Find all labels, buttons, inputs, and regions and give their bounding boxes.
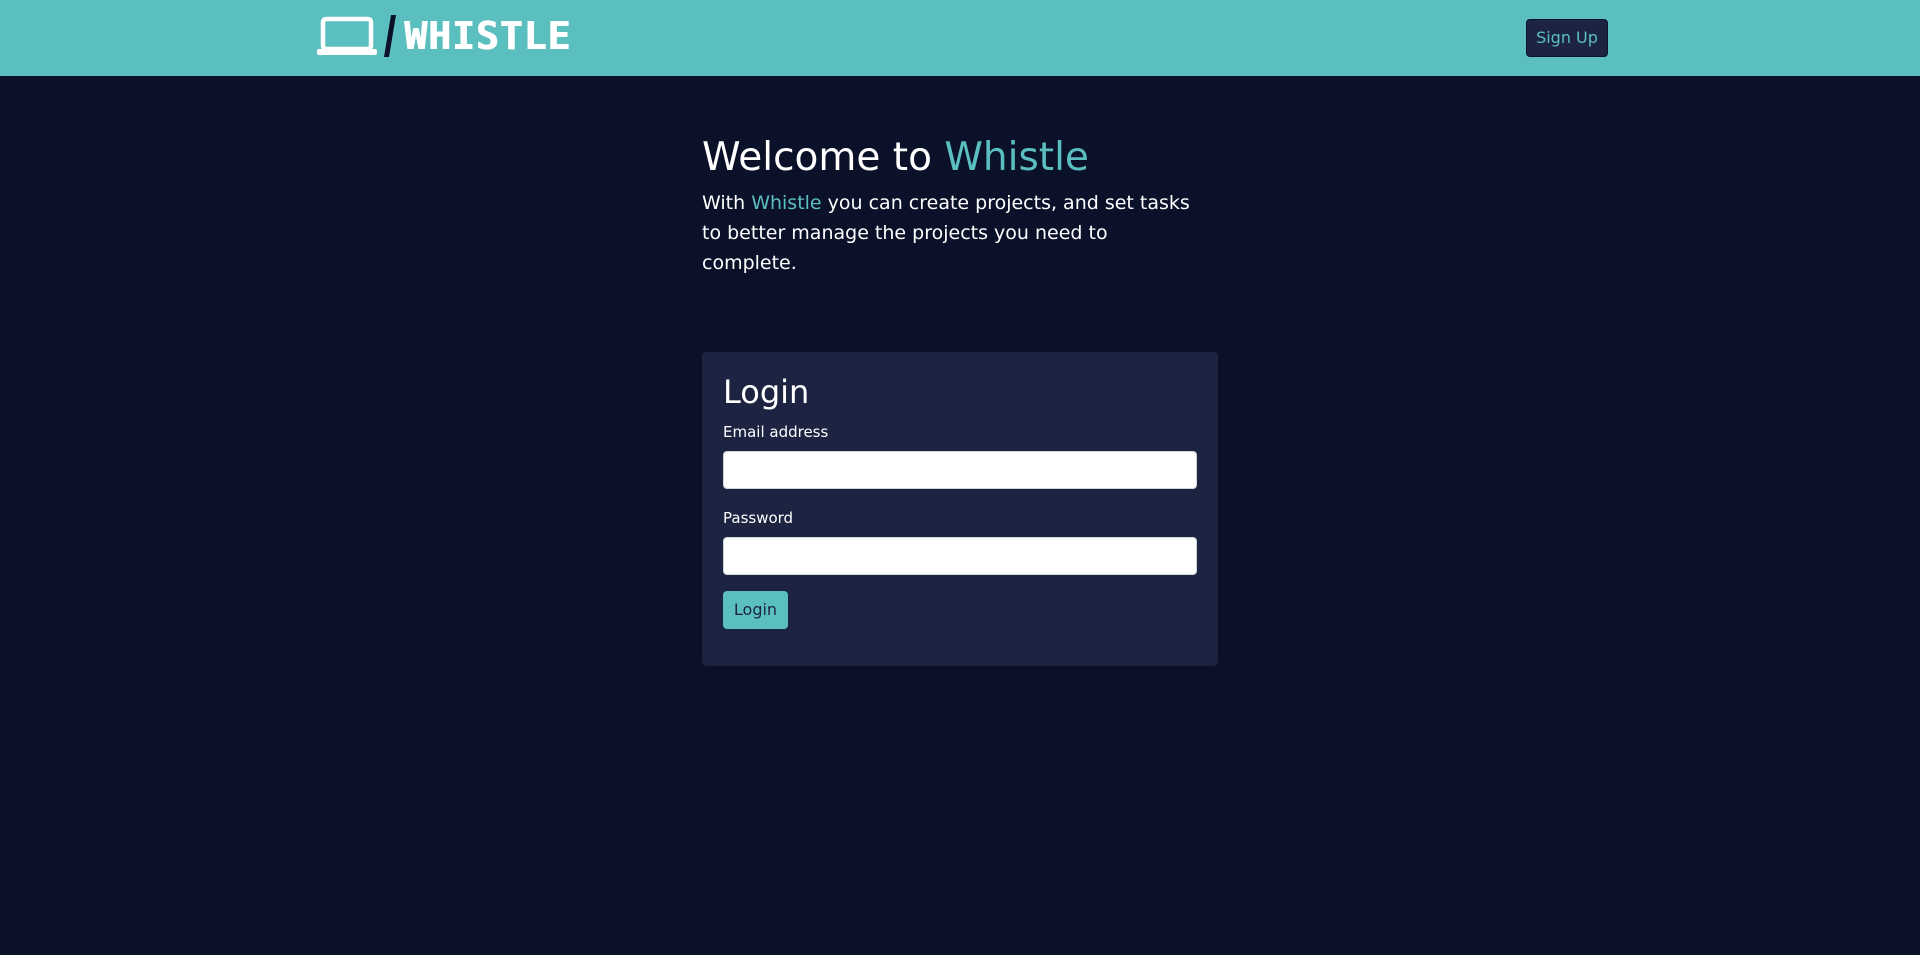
logo-wordmark: WHISTLE <box>404 14 572 58</box>
email-field[interactable] <box>723 451 1197 489</box>
title-prefix: Welcome to <box>702 135 945 180</box>
login-card: Login Email address Password Login <box>702 352 1218 666</box>
title-brand: Whistle <box>944 135 1089 180</box>
desc-brand: Whistle <box>751 192 822 214</box>
hero-section: Welcome to Whistle With Whistle you can … <box>702 128 1222 278</box>
signup-button[interactable]: Sign Up <box>1526 19 1608 57</box>
brand-logo[interactable]: WHISTLE <box>316 12 571 60</box>
login-button[interactable]: Login <box>723 591 788 629</box>
page-title: Welcome to Whistle <box>702 128 1222 188</box>
password-field[interactable] <box>723 537 1197 575</box>
password-label: Password <box>723 509 794 527</box>
desc-prefix: With <box>702 192 752 214</box>
slash-icon <box>384 15 396 57</box>
hero-description: With Whistle you can create projects, an… <box>702 188 1202 278</box>
login-title: Login <box>723 373 810 411</box>
laptop-icon <box>317 16 377 55</box>
navbar: WHISTLE Sign Up <box>0 0 1920 76</box>
email-label: Email address <box>723 423 829 441</box>
